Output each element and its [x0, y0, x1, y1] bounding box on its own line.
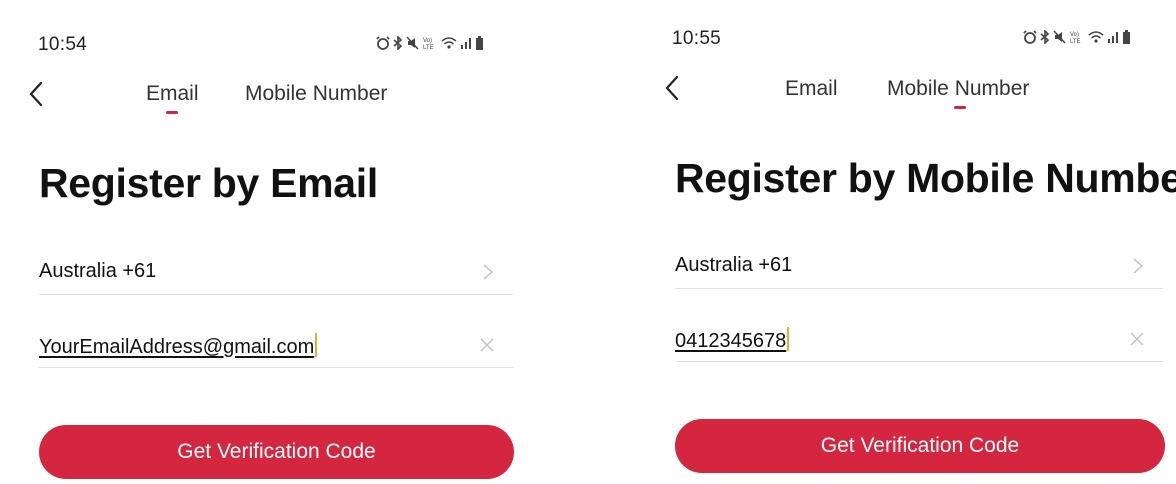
tab-mobile-number[interactable]: Mobile Number	[245, 82, 387, 106]
alarm-icon	[376, 36, 390, 50]
status-time: 10:55	[672, 28, 722, 49]
phone-field-content: 0412345678	[675, 327, 790, 353]
chevron-right-icon	[1133, 258, 1144, 274]
status-icons: Vo) LTE	[376, 36, 484, 50]
signal-icon	[1108, 32, 1118, 43]
battery-icon	[1123, 30, 1130, 44]
wifi-icon	[441, 37, 457, 49]
mute-icon	[406, 36, 419, 50]
country-value: Australia +61	[39, 260, 157, 282]
tab-mobile-number[interactable]: Mobile Number	[887, 77, 1029, 101]
get-verification-code-button[interactable]: Get Verification Code	[675, 419, 1165, 473]
status-time: 10:54	[38, 34, 88, 55]
country-selector[interactable]: Australia +61	[39, 252, 513, 295]
wifi-icon	[1088, 31, 1104, 43]
signal-icon	[461, 38, 471, 49]
back-icon[interactable]	[26, 79, 48, 109]
country-value: Australia +61	[675, 254, 793, 276]
text-caret	[787, 327, 790, 351]
register-email-screen: 10:54 Vo) LTE Email Mobile Number Registe…	[0, 0, 560, 484]
volte-icon: Vo)LTE	[1070, 32, 1081, 44]
svg-text:Vo): Vo)	[1070, 32, 1079, 38]
country-selector[interactable]: Australia +61	[675, 246, 1163, 289]
mute-icon	[1053, 30, 1066, 44]
get-verification-code-button[interactable]: Get Verification Code	[39, 425, 514, 479]
phone-input-value[interactable]: 0412345678	[675, 330, 786, 352]
tab-active-indicator	[954, 106, 966, 109]
tab-active-indicator	[166, 111, 178, 114]
email-input-value[interactable]: YourEmailAddress@gmail.com	[39, 336, 314, 358]
page-title: Register by Email	[39, 160, 378, 206]
chevron-right-icon	[483, 264, 494, 280]
svg-text:LTE: LTE	[423, 45, 434, 50]
status-icons: Vo) LTE	[1023, 30, 1131, 44]
alarm-icon	[1023, 30, 1037, 44]
email-field[interactable]: YourEmailAddress@gmail.com	[39, 325, 513, 368]
tab-email[interactable]: Email	[146, 82, 199, 106]
back-icon[interactable]	[662, 73, 684, 103]
svg-text:LTE: LTE	[1070, 39, 1081, 44]
battery-icon	[476, 36, 483, 50]
svg-text:Vo): Vo)	[423, 38, 432, 44]
close-icon[interactable]	[1129, 331, 1145, 347]
bluetooth-icon	[1040, 30, 1050, 44]
close-icon[interactable]	[479, 337, 495, 353]
tab-email[interactable]: Email	[785, 77, 838, 101]
volte-icon: Vo)LTE	[423, 38, 434, 50]
phone-number-field[interactable]: 0412345678	[675, 319, 1163, 362]
text-caret	[315, 333, 318, 357]
email-field-content: YourEmailAddress@gmail.com	[39, 333, 318, 359]
page-title: Register by Mobile Number	[675, 155, 1176, 201]
register-mobile-screen: 10:55 Vo) LTE Email Mobile Number Registe…	[636, 0, 1176, 484]
bluetooth-icon	[393, 36, 403, 50]
